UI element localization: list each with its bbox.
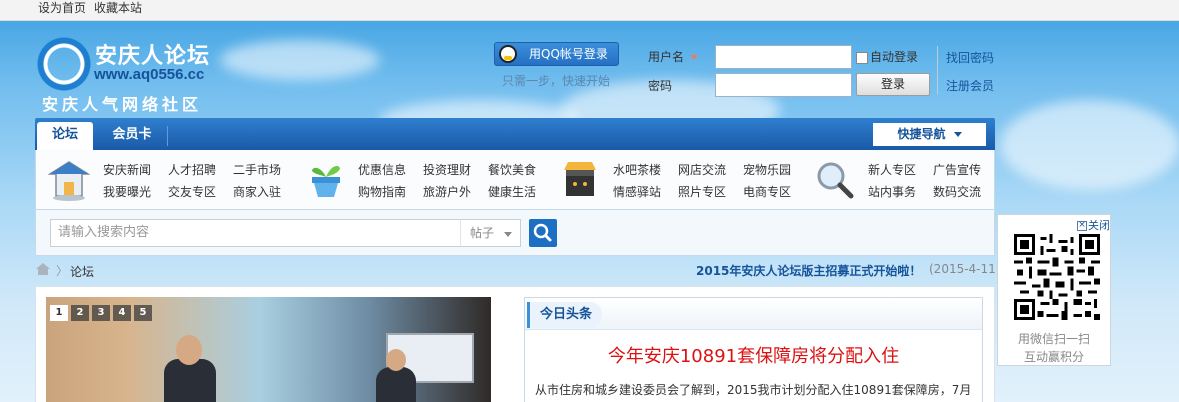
person-head <box>176 335 202 365</box>
username-label[interactable]: 用户名 <box>648 48 699 65</box>
category-link[interactable]: 宠物乐园 <box>743 161 791 178</box>
cloud-decoration <box>220 40 380 80</box>
tab-member-card[interactable]: 会员卡 <box>97 122 167 150</box>
home-icon[interactable] <box>36 263 50 275</box>
auto-login-checkbox[interactable]: 自动登录 <box>856 48 918 65</box>
forgot-password-link[interactable]: 找回密码 <box>946 49 994 66</box>
password-label: 密码 <box>648 79 673 93</box>
cloud-decoration <box>1000 100 1179 190</box>
qq-login-hint: 只需一步，快速开始 <box>502 74 611 88</box>
category-link[interactable]: 投资理财 <box>423 161 471 178</box>
tab-divider <box>167 126 168 146</box>
slide-dot[interactable]: 5 <box>134 305 152 321</box>
person-head <box>386 349 406 371</box>
category-link[interactable]: 安庆新闻 <box>103 161 151 178</box>
category-link[interactable]: 优惠信息 <box>358 161 406 178</box>
qr-caption-line2: 互动赢积分 <box>1023 350 1084 364</box>
search-scope-select[interactable]: 帖子 <box>460 219 521 247</box>
qq-login-label: 用QQ帐号登录 <box>529 47 608 61</box>
breadcrumb-separator-icon: 〉 <box>56 264 69 278</box>
category-link[interactable]: 健康生活 <box>488 183 536 200</box>
category-link[interactable]: 水吧茶楼 <box>613 161 661 178</box>
search-input[interactable]: 请输入搜索内容 <box>50 219 461 247</box>
qr-code-icon <box>1014 234 1100 320</box>
qq-penguin-icon <box>499 45 517 63</box>
main-nav: 论坛 会员卡 快捷导航 <box>35 118 995 150</box>
open-box-icon <box>564 162 596 196</box>
category-link[interactable]: 广告宣传 <box>933 161 981 178</box>
headline-summary: 从市住房和城乡建设委员会了解到，2015我市计划分配入住10891套保障房，7月 <box>535 383 972 397</box>
breadcrumb-current[interactable]: 论坛 <box>70 263 94 280</box>
qr-close-button[interactable]: × 关闭 <box>1077 217 1110 233</box>
category-link[interactable]: 人才招聘 <box>168 161 216 178</box>
notice-date: (2015-4-11) <box>929 262 1001 276</box>
headline-title[interactable]: 今年安庆10891套保障房将分配入住 <box>524 342 983 368</box>
chevron-down-icon <box>953 132 962 137</box>
search-button[interactable] <box>529 219 557 247</box>
quick-nav-dropdown[interactable]: 快捷导航 <box>873 123 986 146</box>
chevron-down-icon <box>504 232 512 237</box>
category-link[interactable]: 旅游户外 <box>423 183 471 200</box>
category-link[interactable]: 网店交流 <box>678 161 726 178</box>
person-figure <box>164 359 216 402</box>
category-link[interactable]: 数码交流 <box>933 183 981 200</box>
category-link[interactable]: 新人专区 <box>868 161 916 178</box>
tab-forum[interactable]: 论坛 <box>37 122 93 150</box>
divider <box>937 46 938 94</box>
set-homepage-link[interactable]: 设为首页 <box>38 0 86 16</box>
slide-dot[interactable]: 4 <box>113 305 131 321</box>
close-icon: × <box>1077 220 1087 231</box>
username-input[interactable] <box>715 45 852 69</box>
register-link[interactable]: 注册会员 <box>946 77 994 94</box>
category-link[interactable]: 商家入驻 <box>233 183 281 200</box>
slide-dot[interactable]: 1 <box>50 305 68 321</box>
category-link[interactable]: 照片专区 <box>678 183 726 200</box>
plant-pot-icon <box>312 166 340 197</box>
category-link[interactable]: 餐饮美食 <box>488 161 536 178</box>
category-link[interactable]: 站内事务 <box>868 183 916 200</box>
chevron-down-icon <box>690 55 699 60</box>
headlines-tab[interactable]: 今日头条 <box>527 302 603 328</box>
password-input[interactable] <box>715 73 852 97</box>
bookmark-link[interactable]: 收藏本站 <box>94 0 142 16</box>
qr-caption-line1: 用微信扫一扫 <box>1017 332 1090 346</box>
category-link[interactable]: 情感驿站 <box>613 183 661 200</box>
search-icon <box>533 223 552 242</box>
checkbox-icon <box>856 51 868 64</box>
notice-link[interactable]: 2015年安庆人论坛版主招募正式开始啦！ <box>696 262 921 279</box>
house-icon <box>48 161 90 201</box>
category-link[interactable]: 我要曝光 <box>103 183 151 200</box>
logo-slogan: 安庆人气网络社区 <box>42 95 203 114</box>
category-link[interactable]: 二手市场 <box>233 161 281 178</box>
category-link[interactable]: 购物指南 <box>358 183 406 200</box>
logo-url: www.aq0556.cc <box>94 66 205 83</box>
category-link[interactable]: 电商专区 <box>743 183 791 200</box>
slide-dot[interactable]: 2 <box>71 305 89 321</box>
person-figure <box>376 367 416 402</box>
magnifier-icon <box>817 162 854 199</box>
logo-icon[interactable] <box>36 36 92 92</box>
login-button[interactable]: 登录 <box>856 73 930 96</box>
slide-dot[interactable]: 3 <box>92 305 110 321</box>
category-link[interactable]: 交友专区 <box>168 183 216 200</box>
top-bar: 设为首页 收藏本站 <box>0 0 1179 21</box>
qq-login-button[interactable]: 用QQ帐号登录 <box>494 42 619 66</box>
